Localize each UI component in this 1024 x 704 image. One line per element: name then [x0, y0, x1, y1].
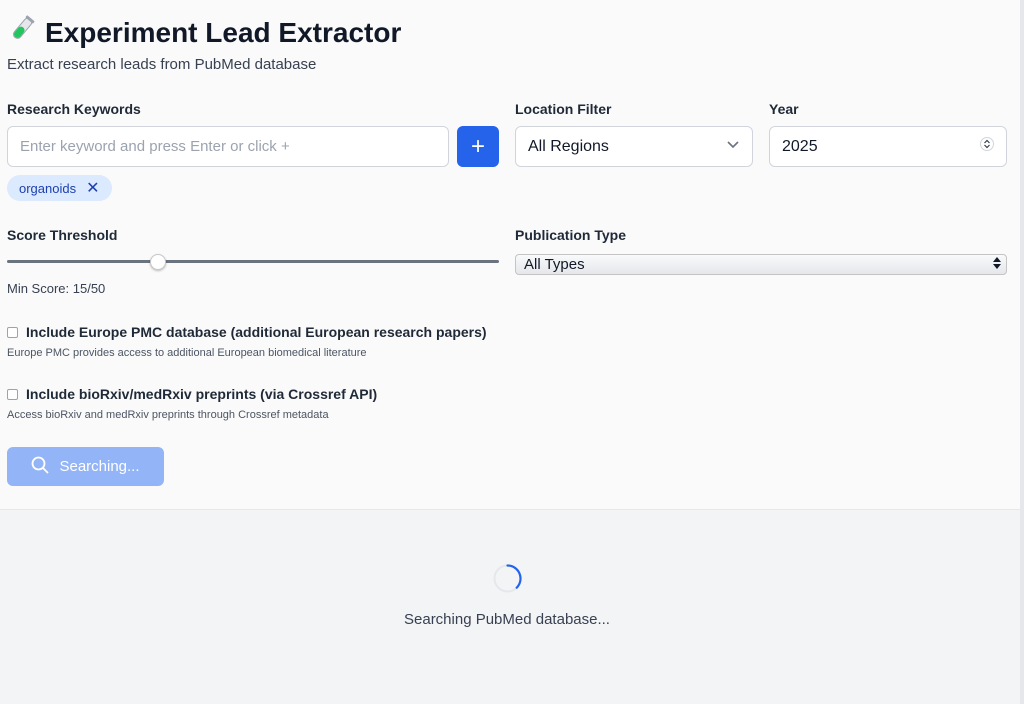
scrollbar-edge: [1020, 0, 1024, 704]
location-filter-select[interactable]: All Regions: [515, 126, 753, 167]
test-tube-icon: [7, 14, 37, 51]
europe-pmc-help: Europe PMC provides access to additional…: [7, 347, 367, 359]
search-button-label: Searching...: [59, 458, 140, 475]
biorxiv-help: Access bioRxiv and medRxiv preprints thr…: [7, 409, 329, 421]
chevron-down-icon: [726, 137, 740, 156]
close-icon[interactable]: ✕: [86, 178, 99, 198]
updown-arrows-icon: [992, 256, 1002, 274]
add-keyword-button[interactable]: +: [457, 126, 499, 167]
score-slider[interactable]: [7, 254, 499, 270]
year-value: 2025: [782, 137, 818, 155]
min-score-text: Min Score: 15/50: [7, 281, 106, 296]
keywords-label: Research Keywords: [7, 101, 141, 117]
page-title: Experiment Lead Extractor: [7, 14, 401, 51]
keyword-tag-label: organoids: [19, 180, 77, 196]
slider-thumb[interactable]: [149, 254, 166, 270]
biorxiv-option[interactable]: Include bioRxiv/medRxiv preprints (via C…: [7, 386, 377, 402]
publication-type-select[interactable]: All Types: [515, 254, 1007, 275]
search-button[interactable]: Searching...: [7, 447, 164, 486]
score-threshold-label: Score Threshold: [7, 227, 118, 243]
biorxiv-checkbox[interactable]: [7, 388, 18, 400]
location-filter-value: All Regions: [528, 137, 609, 155]
loading-spinner-icon: [492, 563, 523, 594]
year-number-input[interactable]: 2025: [769, 126, 1007, 167]
publication-type-label: Publication Type: [515, 227, 626, 243]
slider-track: [7, 260, 499, 263]
search-icon: [31, 456, 49, 478]
page-subtitle: Extract research leads from PubMed datab…: [7, 56, 317, 73]
stepper-icon[interactable]: [980, 135, 994, 158]
keyword-input[interactable]: [7, 126, 449, 167]
publication-type-value: All Types: [524, 256, 585, 273]
biorxiv-label: Include bioRxiv/medRxiv preprints (via C…: [26, 386, 378, 402]
location-filter-label: Location Filter: [515, 101, 612, 117]
title-text: Experiment Lead Extractor: [45, 16, 402, 48]
europe-pmc-checkbox[interactable]: [7, 326, 18, 338]
europe-pmc-label: Include Europe PMC database (additional …: [26, 324, 487, 340]
loading-status-text: Searching PubMed database...: [404, 611, 610, 628]
year-label: Year: [769, 101, 799, 117]
keyword-tag: organoids ✕: [7, 175, 112, 201]
europe-pmc-option[interactable]: Include Europe PMC database (additional …: [7, 324, 487, 340]
